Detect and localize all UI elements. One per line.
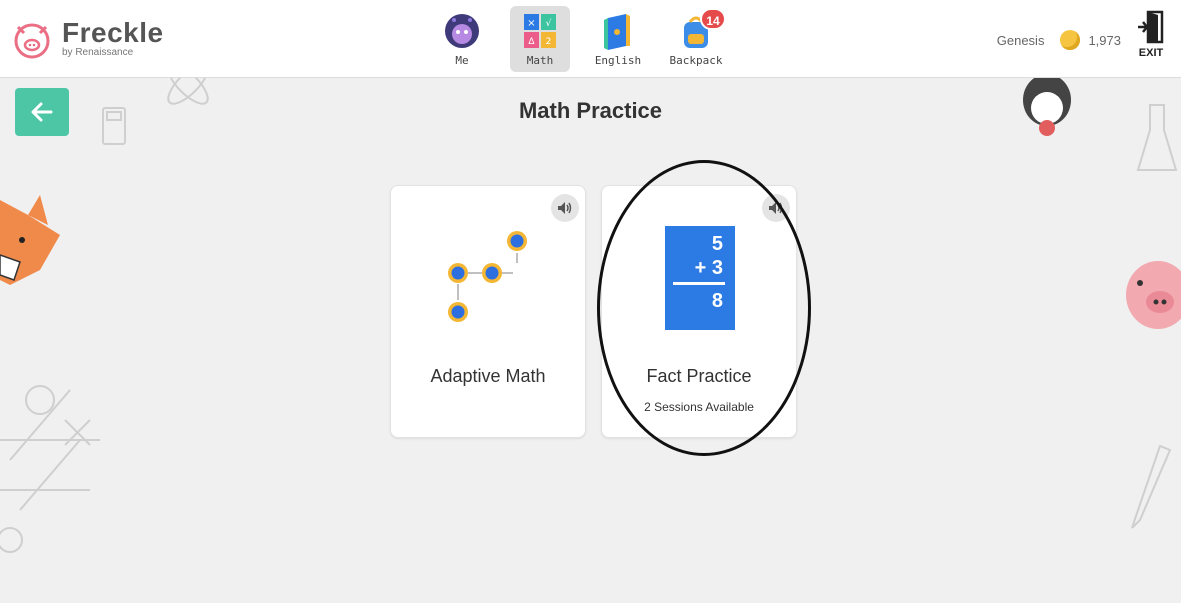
highlight-circle: [597, 160, 811, 456]
top-bar: Freckle by Renaissance Me × √ Δ 2 Math E…: [0, 0, 1181, 78]
notification-badge: 14: [700, 8, 726, 30]
nav-item-me[interactable]: Me: [432, 6, 492, 72]
nav-label-english: English: [594, 54, 642, 67]
page-title: Math Practice: [518, 98, 663, 123]
skill-path-icon: [448, 231, 527, 322]
exit-label: EXIT: [1138, 47, 1164, 59]
brand-byline: by Renaissance: [62, 47, 134, 58]
nav-label-math: Math: [526, 54, 554, 67]
user-info: Genesis 1,973: [997, 30, 1121, 50]
freckle-logo[interactable]: Freckle by Renaissance: [10, 15, 164, 63]
pig-logo-icon: [14, 23, 50, 59]
adaptive-math-card[interactable]: Adaptive Math: [390, 185, 586, 438]
background-doodles: [0, 63, 1181, 553]
card-title: Adaptive Math: [430, 366, 546, 386]
main-nav: Me × √ Δ 2 Math English Backpack 14: [432, 6, 744, 72]
coin-count: 1,973: [1088, 32, 1121, 48]
svg-text:×: ×: [527, 18, 535, 29]
brand-name: Freckle: [62, 17, 164, 48]
svg-text:2: 2: [546, 37, 552, 47]
nav-label-me: Me: [455, 54, 469, 67]
svg-text:Δ: Δ: [528, 37, 535, 47]
book-icon: [604, 14, 630, 50]
svg-text:√: √: [546, 18, 552, 29]
nav-item-math[interactable]: × √ Δ 2 Math: [510, 6, 570, 72]
exit-door-icon: [1138, 10, 1164, 44]
exit-button[interactable]: EXIT: [1131, 10, 1171, 68]
nav-item-english[interactable]: English: [588, 6, 648, 72]
coin-icon: [1060, 30, 1081, 50]
avatar-icon: [445, 14, 479, 48]
nav-item-backpack[interactable]: Backpack 14: [666, 6, 726, 72]
math-icon: × √ Δ 2: [524, 14, 556, 48]
nav-label-backpack: Backpack: [669, 54, 723, 67]
user-name: Genesis: [996, 32, 1045, 48]
